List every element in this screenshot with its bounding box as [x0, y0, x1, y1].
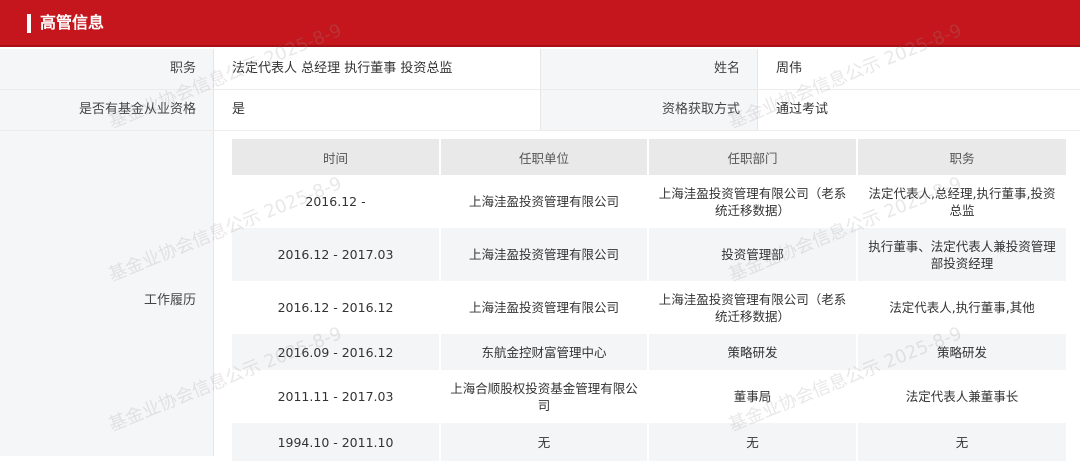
cell-department: 上海洼盈投资管理有限公司（老系统迁移数据）: [648, 281, 858, 334]
cell-employer: 东航金控财富管理中心: [440, 334, 649, 370]
cell-time: 2016.09 - 2016.12: [232, 334, 441, 370]
col-header-position: 职务: [857, 139, 1066, 175]
cell-time: 2016.12 -: [232, 175, 441, 228]
cell-time: 2011.11 - 2017.03: [232, 370, 441, 423]
cell-time: 1994.10 - 2011.10: [232, 423, 441, 461]
cell-department: 董事局: [648, 370, 858, 423]
career-section: 工作履历 时间 任职单位 任职部门 职务 2016.12 - 上海洼盈投资管理有…: [0, 131, 1080, 461]
name-label: 姓名: [713, 61, 740, 76]
info-row-position: 职务 法定代表人 总经理 执行董事 投资总监 姓名 周伟: [0, 49, 1080, 90]
cell-time: 2016.12 - 2016.12: [232, 281, 441, 334]
col-header-employer: 任职单位: [440, 139, 649, 175]
table-row: 2016.12 - 2017.03 上海洼盈投资管理有限公司 投资管理部 执行董…: [232, 228, 1066, 281]
method-label: 资格获取方式: [661, 102, 740, 117]
cell-employer: 上海洼盈投资管理有限公司: [440, 281, 649, 334]
name-value: 周伟: [776, 61, 803, 76]
qualified-label: 是否有基金从业资格: [78, 102, 196, 117]
cell-employer: 上海合顺股权投资基金管理有限公司: [440, 370, 649, 423]
table-header-row: 时间 任职单位 任职部门 职务: [232, 139, 1066, 175]
qualified-value: 是: [232, 102, 246, 117]
info-table: 职务 法定代表人 总经理 执行董事 投资总监 姓名 周伟 是否有基金从业资格 是…: [0, 49, 1080, 131]
col-header-time: 时间: [232, 139, 441, 175]
cell-position: 法定代表人,执行董事,其他: [857, 281, 1066, 334]
section-header: 高管信息: [0, 0, 1080, 47]
cell-position: 无: [857, 423, 1066, 461]
cell-employer: 上海洼盈投资管理有限公司: [440, 175, 649, 228]
info-row-qualification: 是否有基金从业资格 是 资格获取方式 通过考试: [0, 90, 1080, 131]
table-row: 2016.12 - 上海洼盈投资管理有限公司 上海洼盈投资管理有限公司（老系统迁…: [232, 175, 1066, 228]
method-value: 通过考试: [776, 102, 829, 117]
cell-department: 无: [648, 423, 858, 461]
cell-employer: 无: [440, 423, 649, 461]
position-value: 法定代表人 总经理 执行董事 投资总监: [232, 61, 453, 76]
cell-employer: 上海洼盈投资管理有限公司: [440, 228, 649, 281]
table-row: 2011.11 - 2017.03 上海合顺股权投资基金管理有限公司 董事局 法…: [232, 370, 1066, 423]
table-row: 2016.09 - 2016.12 东航金控财富管理中心 策略研发 策略研发: [232, 334, 1066, 370]
cell-position: 策略研发: [857, 334, 1066, 370]
col-header-department: 任职部门: [648, 139, 858, 175]
cell-time: 2016.12 - 2017.03: [232, 228, 441, 281]
table-row: 1994.10 - 2011.10 无 无 无: [232, 423, 1066, 461]
header-accent-bar: [27, 14, 31, 33]
table-row: 2016.12 - 2016.12 上海洼盈投资管理有限公司 上海洼盈投资管理有…: [232, 281, 1066, 334]
cell-department: 策略研发: [648, 334, 858, 370]
cell-department: 投资管理部: [648, 228, 858, 281]
cell-position: 执行董事、法定代表人兼投资管理部投资经理: [857, 228, 1066, 281]
career-history-table: 时间 任职单位 任职部门 职务 2016.12 - 上海洼盈投资管理有限公司 上…: [232, 139, 1066, 461]
cell-department: 上海洼盈投资管理有限公司（老系统迁移数据）: [648, 175, 858, 228]
cell-position: 法定代表人,总经理,执行董事,投资总监: [857, 175, 1066, 228]
position-label: 职务: [169, 61, 196, 76]
career-label: 工作履历: [143, 293, 196, 308]
cell-position: 法定代表人兼董事长: [857, 370, 1066, 423]
section-title: 高管信息: [40, 13, 105, 32]
